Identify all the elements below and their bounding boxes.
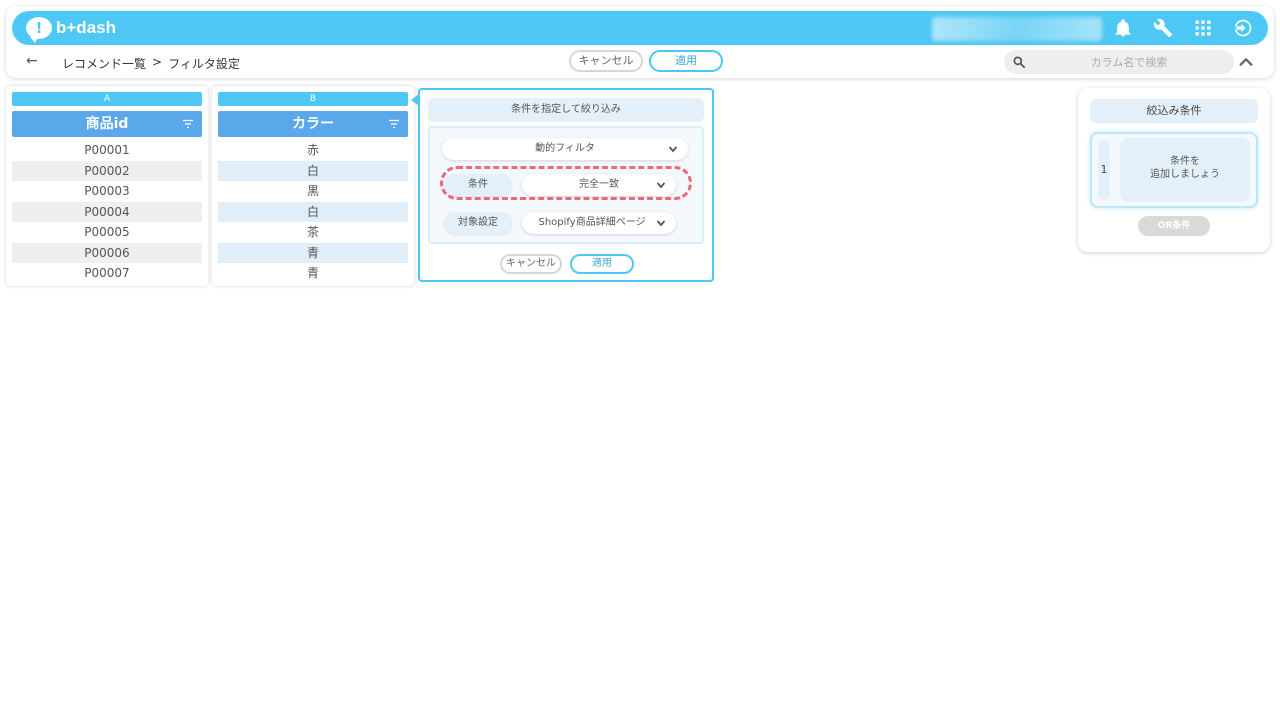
chevron-up-icon[interactable] — [1238, 54, 1254, 70]
add-condition-line2: 追加しましょう — [1150, 169, 1220, 180]
column-a: A 商品id P00001 P00002 P00003 P00004 P0000… — [6, 86, 208, 286]
condition-group-number: 1 — [1098, 140, 1110, 200]
column-header-label: 商品id — [85, 116, 129, 132]
column-letter: B — [218, 92, 408, 106]
back-arrow-icon[interactable]: ← — [26, 53, 38, 69]
header-icons — [1112, 15, 1254, 41]
condition-value: 完全一致 — [579, 179, 619, 190]
filter-icon[interactable] — [182, 118, 194, 130]
chevron-down-icon — [668, 146, 678, 153]
filter-form: 動的フィルタ 条件 完全一致 対象設定 Shopify商品詳細ページ — [428, 126, 704, 244]
search-input[interactable] — [1034, 52, 1224, 72]
table-cell: 黒 — [306, 184, 319, 198]
panel-cancel-button[interactable]: キャンセル — [500, 254, 562, 274]
account-info-blurred — [932, 17, 1102, 41]
breadcrumb-recommend-list[interactable]: レコメンド一覧 — [62, 55, 146, 72]
logout-icon[interactable] — [1232, 15, 1254, 41]
add-condition-line1: 条件を — [1170, 156, 1200, 167]
filter-settings-popover: 条件を指定して絞り込み 動的フィルタ 条件 完全一致 対象設定 Shopify商… — [411, 88, 714, 282]
panel-apply-button[interactable]: 適用 — [570, 254, 634, 274]
table-cell: 赤 — [306, 143, 319, 157]
or-condition-button[interactable]: OR条件 — [1138, 216, 1210, 236]
table-cell: P00006 — [12, 242, 202, 263]
column-letter: A — [12, 92, 202, 106]
table-cell: P00002 — [12, 160, 202, 181]
target-label: 対象設定 — [444, 212, 512, 234]
table-cell: P00001 — [84, 143, 130, 157]
header-bar: ! b+dash — [12, 11, 1268, 45]
table-cell: 白 — [218, 160, 408, 181]
top-navigation: ! b+dash ← レコメンド一覧 > フィルタ設定 キャンセル 適用 カラム… — [6, 6, 1274, 78]
condition-label: 条件 — [444, 174, 512, 196]
chevron-down-icon — [656, 182, 666, 189]
chevron-down-icon — [656, 220, 666, 227]
table-cell: P00003 — [84, 184, 130, 198]
cancel-button[interactable]: キャンセル — [569, 50, 643, 72]
table-cell: 白 — [218, 201, 408, 222]
conditions-title: 絞込み条件 — [1090, 99, 1258, 123]
wrench-icon[interactable] — [1152, 15, 1174, 41]
condition-group: 1 条件を 追加しましょう — [1090, 132, 1258, 208]
table-cell: 青 — [306, 266, 319, 280]
logo-mark: ! — [26, 17, 52, 43]
breadcrumb: レコメンド一覧 > フィルタ設定 — [62, 55, 240, 72]
column-header-product-id[interactable]: 商品id — [12, 111, 202, 137]
column-search — [1004, 50, 1234, 74]
breadcrumb-current: フィルタ設定 — [168, 57, 240, 71]
table-cell: P00004 — [12, 201, 202, 222]
filter-type-value: 動的フィルタ — [535, 143, 595, 154]
add-condition-button[interactable]: 条件を 追加しましょう — [1120, 138, 1250, 202]
filter-icon[interactable] — [388, 118, 400, 130]
table-cell: P00007 — [84, 266, 130, 280]
table-cell: 茶 — [306, 225, 319, 239]
conditions-panel: 絞込み条件 1 条件を 追加しましょう OR条件 — [1078, 88, 1270, 252]
table-cell: 青 — [218, 242, 408, 263]
target-select[interactable]: Shopify商品詳細ページ — [522, 212, 676, 234]
search-icon — [1013, 56, 1026, 69]
apply-button[interactable]: 適用 — [649, 50, 723, 72]
filter-type-select[interactable]: 動的フィルタ — [442, 138, 688, 160]
logo[interactable]: ! b+dash — [26, 16, 116, 43]
column-rows: 赤 白 黒 白 茶 青 青 — [218, 140, 408, 284]
column-b: B カラー 赤 白 黒 白 茶 青 青 — [212, 86, 414, 286]
column-rows: P00001 P00002 P00003 P00004 P00005 P0000… — [12, 140, 202, 284]
breadcrumb-separator: > — [152, 55, 163, 69]
sub-toolbar: ← レコメンド一覧 > フィルタ設定 キャンセル 適用 — [12, 50, 1268, 76]
logo-text: b+dash — [56, 18, 116, 37]
target-value: Shopify商品詳細ページ — [538, 217, 646, 228]
grid-icon[interactable] — [1192, 15, 1214, 41]
column-header-label: カラー — [292, 116, 334, 132]
filter-panel-title: 条件を指定して絞り込み — [428, 98, 704, 122]
column-header-color[interactable]: カラー — [218, 111, 408, 137]
condition-select[interactable]: 完全一致 — [522, 174, 676, 196]
bell-icon[interactable] — [1112, 15, 1134, 41]
table-cell: P00005 — [84, 225, 130, 239]
